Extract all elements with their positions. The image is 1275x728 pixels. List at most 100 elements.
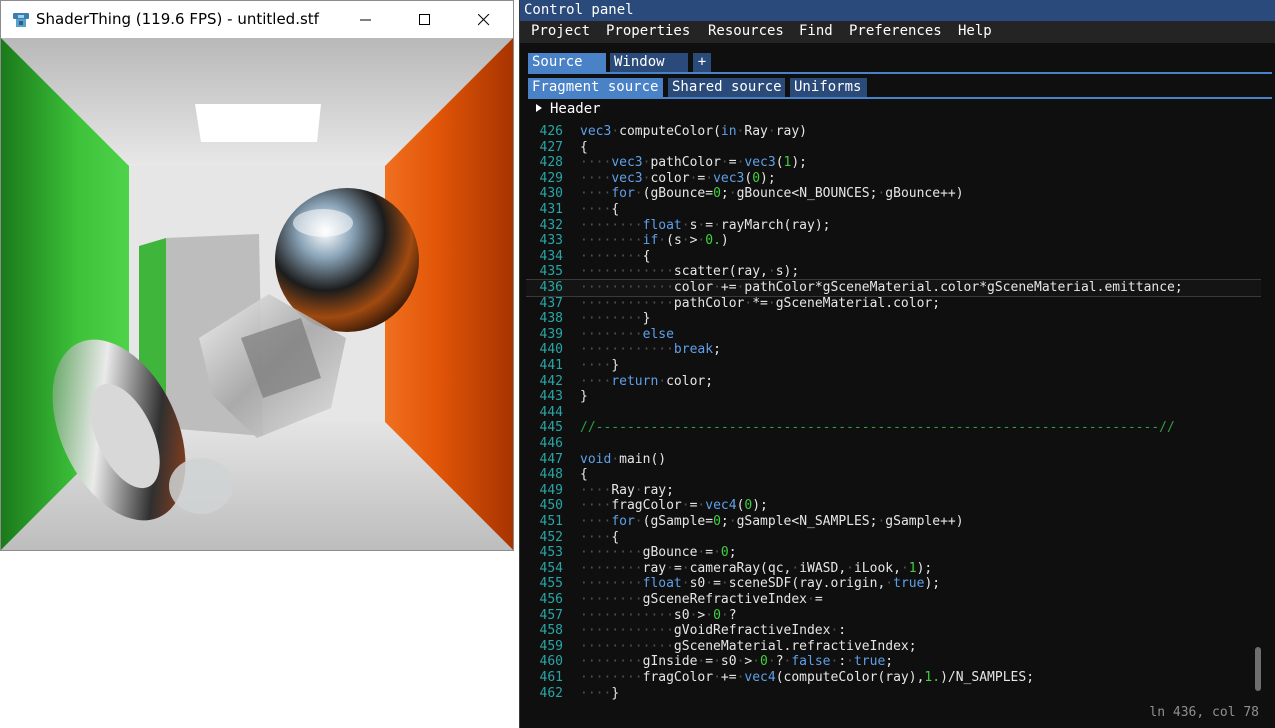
- code-line[interactable]: 434 ········{: [526, 249, 1261, 265]
- code-text[interactable]: ········ray·=·cameraRay(qc,·iWASD,·iLook…: [580, 561, 932, 577]
- code-text[interactable]: {: [580, 467, 588, 483]
- code-line[interactable]: 428 ····vec3·pathColor·=·vec3(1);: [526, 155, 1261, 171]
- menu-preferences[interactable]: Preferences: [849, 23, 942, 39]
- code-text[interactable]: ····{: [580, 202, 619, 218]
- code-line[interactable]: 454 ········ray·=·cameraRay(qc,·iWASD,·iL…: [526, 561, 1261, 577]
- code-line[interactable]: 435 ············scatter(ray,·s);: [526, 264, 1261, 280]
- code-line[interactable]: 445 //-----------------------------------…: [526, 420, 1261, 436]
- code-text[interactable]: ····fragColor·=·vec4(0);: [580, 498, 768, 514]
- line-number: 452: [539, 529, 563, 545]
- code-line[interactable]: 432 ········float·s·=·rayMarch(ray);: [526, 218, 1261, 234]
- code-line[interactable]: 450 ····fragColor·=·vec4(0);: [526, 498, 1261, 514]
- add-tab-button[interactable]: +: [693, 53, 711, 72]
- code-line[interactable]: 462 ····}: [526, 686, 1261, 702]
- code-line[interactable]: 436 ············color·+=·pathColor*gScene…: [526, 279, 1261, 297]
- code-line[interactable]: 430 ····for·(gBounce=0;·gBounce<N_BOUNCES…: [526, 186, 1261, 202]
- tab-shared-source[interactable]: Shared source: [668, 78, 785, 97]
- code-line[interactable]: 447 void·main(): [526, 452, 1261, 468]
- code-line[interactable]: 443}: [526, 389, 1261, 405]
- code-text[interactable]: ········else: [580, 327, 674, 343]
- code-text[interactable]: {: [580, 140, 588, 156]
- code-text[interactable]: //--------------------------------------…: [580, 420, 1175, 436]
- window-titlebar[interactable]: ShaderThing (119.6 FPS) - untitled.stf: [1, 1, 513, 38]
- code-line[interactable]: 458 ············gVoidRefractiveIndex·:: [526, 623, 1261, 639]
- subtab-underline: [528, 97, 1272, 99]
- maximize-icon: [419, 13, 430, 25]
- menu-find[interactable]: Find: [799, 23, 833, 39]
- code-text[interactable]: ····for·(gBounce=0;·gBounce<N_BOUNCES;·g…: [580, 186, 964, 202]
- code-line[interactable]: 451 ····for·(gSample=0;·gSample<N_SAMPLES…: [526, 514, 1261, 530]
- code-editor[interactable]: 426 vec3·computeColor(in·Ray·ray) 427 {428 ·…: [526, 124, 1261, 702]
- code-text[interactable]: ····}: [580, 358, 619, 374]
- editor-scrollbar[interactable]: [1255, 647, 1261, 691]
- code-text[interactable]: ····vec3·pathColor·=·vec3(1);: [580, 155, 807, 171]
- code-text[interactable]: vec3·computeColor(in·Ray·ray): [580, 124, 807, 140]
- menu-resources[interactable]: Resources: [708, 23, 784, 39]
- header-collapsible[interactable]: Header: [536, 101, 601, 117]
- code-text[interactable]: ····vec3·color·=·vec3(0);: [580, 171, 776, 187]
- line-number: 450: [539, 498, 563, 514]
- code-line[interactable]: 442 ····return·color;: [526, 374, 1261, 390]
- code-line[interactable]: 439 ········else: [526, 327, 1261, 343]
- code-line[interactable]: 459 ············gSceneMaterial.refractive…: [526, 639, 1261, 655]
- code-line[interactable]: 440 ············break;: [526, 342, 1261, 358]
- code-text[interactable]: ············break;: [580, 342, 721, 358]
- code-line[interactable]: 441 ····}: [526, 358, 1261, 374]
- code-line[interactable]: 437 ············pathColor·*=·gSceneMateri…: [526, 296, 1261, 312]
- code-line[interactable]: 461 ········fragColor·+=·vec4(computeColo…: [526, 670, 1261, 686]
- code-text[interactable]: ············gVoidRefractiveIndex·:: [580, 623, 846, 639]
- code-text[interactable]: ············s0·>·0·?: [580, 608, 737, 624]
- code-line[interactable]: 457 ············s0·>·0·?: [526, 608, 1261, 624]
- code-text[interactable]: ····for·(gSample=0;·gSample<N_SAMPLES;·g…: [580, 514, 964, 530]
- code-line[interactable]: 446: [526, 436, 1261, 452]
- code-line[interactable]: 433 ········if·(s·>·0.): [526, 233, 1261, 249]
- code-text[interactable]: ········gInside·=·s0·>·0·?·false·:·true;: [580, 654, 893, 670]
- minimize-button[interactable]: [337, 1, 395, 38]
- tab-fragment-source[interactable]: Fragment source: [528, 78, 663, 97]
- code-text[interactable]: ········float·s0·=·sceneSDF(ray.origin,·…: [580, 576, 940, 592]
- code-line[interactable]: 427 {: [526, 140, 1261, 156]
- code-text[interactable]: ········gSceneRefractiveIndex·=: [580, 592, 823, 608]
- code-text[interactable]: ········}: [580, 311, 650, 327]
- code-line[interactable]: 431 ····{: [526, 202, 1261, 218]
- code-text[interactable]: ············pathColor·*=·gSceneMaterial.…: [580, 296, 940, 312]
- code-line[interactable]: 444: [526, 405, 1261, 421]
- code-line[interactable]: 452 ····{: [526, 530, 1261, 546]
- code-line[interactable]: 438 ········}: [526, 311, 1261, 327]
- menu-help[interactable]: Help: [958, 23, 992, 39]
- code-line[interactable]: 449 ····Ray·ray;: [526, 483, 1261, 499]
- code-line[interactable]: 426 vec3·computeColor(in·Ray·ray): [526, 124, 1261, 140]
- code-text[interactable]: ····}: [580, 686, 619, 702]
- line-number: 453: [539, 545, 563, 561]
- code-text[interactable]: ········fragColor·+=·vec4(computeColor(r…: [580, 670, 1034, 686]
- code-text[interactable]: ····Ray·ray;: [580, 483, 674, 499]
- code-line[interactable]: 460 ········gInside·=·s0·>·0·?·false·:·tr…: [526, 654, 1261, 670]
- control-panel-titlebar[interactable]: Control panel: [520, 0, 1275, 21]
- code-text[interactable]: ····return·color;: [580, 374, 713, 390]
- code-line[interactable]: 448 {: [526, 467, 1261, 483]
- code-text[interactable]: ············gSceneMaterial.refractiveInd…: [580, 639, 917, 655]
- code-text[interactable]: }: [580, 389, 588, 405]
- code-line[interactable]: 455 ········float·s0·=·sceneSDF(ray.origi…: [526, 576, 1261, 592]
- menu-properties[interactable]: Properties: [606, 23, 690, 39]
- tab-source[interactable]: Source: [528, 53, 606, 72]
- close-button[interactable]: [455, 1, 513, 38]
- code-text[interactable]: ········gBounce·=·0;: [580, 545, 737, 561]
- tab-uniforms[interactable]: Uniforms: [790, 78, 867, 97]
- maximize-button[interactable]: [396, 1, 454, 38]
- code-text[interactable]: ············color·+=·pathColor*gSceneMat…: [580, 280, 1183, 296]
- tab-underline: [528, 72, 1272, 74]
- code-text[interactable]: void·main(): [580, 452, 666, 468]
- line-number: 443: [539, 389, 563, 405]
- tab-window[interactable]: Window: [610, 53, 688, 72]
- code-text[interactable]: ········float·s·=·rayMarch(ray);: [580, 218, 831, 234]
- code-text[interactable]: ····{: [580, 530, 619, 546]
- code-line[interactable]: 453 ········gBounce·=·0;: [526, 545, 1261, 561]
- render-viewport[interactable]: [1, 38, 513, 550]
- code-line[interactable]: 456 ········gSceneRefractiveIndex·=: [526, 592, 1261, 608]
- menu-project[interactable]: Project: [531, 23, 590, 39]
- code-text[interactable]: ············scatter(ray,·s);: [580, 264, 799, 280]
- code-line[interactable]: 429 ····vec3·color·=·vec3(0);: [526, 171, 1261, 187]
- code-text[interactable]: ········if·(s·>·0.): [580, 233, 729, 249]
- code-text[interactable]: ········{: [580, 249, 650, 265]
